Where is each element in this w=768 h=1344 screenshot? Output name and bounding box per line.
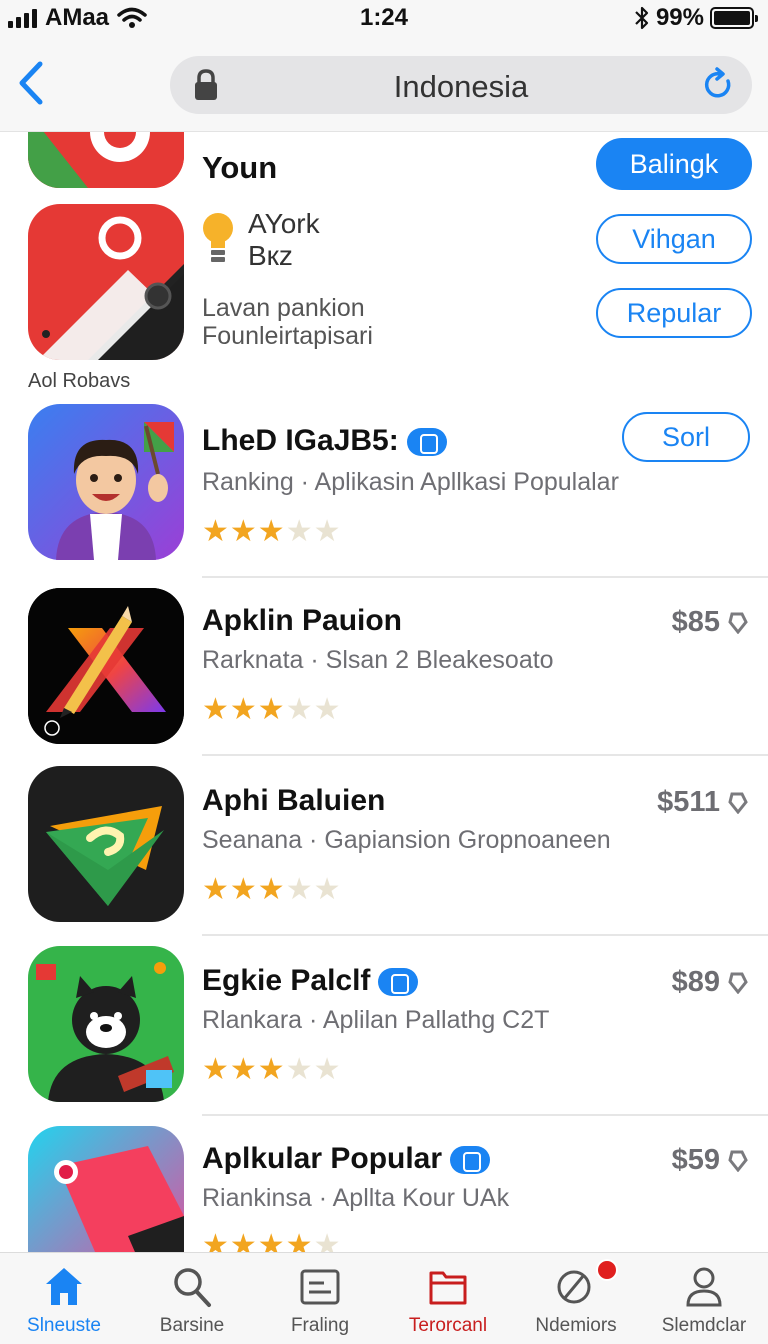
tab-folder[interactable]: Terorcanl: [384, 1253, 512, 1344]
tag-icon: [728, 1150, 748, 1172]
verified-badge-icon: [406, 428, 447, 457]
featured-app-icon[interactable]: [28, 204, 184, 360]
featured-caption: Aol Robavs: [28, 370, 131, 392]
app-name-4[interactable]: Egkie Palclf: [202, 964, 419, 998]
app-price-2[interactable]: $85: [672, 606, 720, 639]
featured-button-2[interactable]: Repular: [596, 288, 752, 338]
tab-label: Terorcanl: [408, 1315, 488, 1336]
search-icon: [174, 1268, 211, 1307]
app-subtitle-3: Seanana · Gapiansion Gropnoaneen: [202, 826, 611, 854]
featured-desc-1: Lavan pankion: [202, 294, 365, 322]
star-rating-4: ★★★★★: [202, 1053, 342, 1086]
status-bar: AMaa 1:24 99%: [0, 0, 768, 40]
app-price-3[interactable]: $511: [657, 786, 720, 819]
featured-get-button[interactable]: Balingk: [596, 138, 752, 190]
star-rating-5: ★★★★★: [202, 1229, 342, 1252]
star-rating-1: ★★★★★: [202, 515, 342, 548]
app-subtitle-5: Riankinsa · Apllta Kour UAk: [202, 1184, 510, 1212]
tab-bar: Slneuste Barsine Fraling Terorcanl Ndemi…: [0, 1252, 768, 1344]
app-list: Youn Balingk AYork Bкz Lavan pankion Fou…: [0, 132, 768, 1252]
notification-dot: [596, 1259, 618, 1281]
app-action-button-1[interactable]: Sorl: [622, 412, 750, 462]
tab-label: Barsine: [159, 1315, 225, 1336]
app-name-5[interactable]: Aplkular Popular: [202, 1142, 491, 1176]
reload-icon[interactable]: [700, 67, 736, 103]
app-price-5[interactable]: $59: [672, 1144, 720, 1177]
back-chevron-icon[interactable]: [12, 60, 52, 106]
bluetooth-icon: [635, 6, 649, 30]
star-rating-3: ★★★★★: [202, 873, 342, 906]
person-icon: [686, 1267, 722, 1307]
verified-badge-icon: [450, 1146, 491, 1175]
app-icon-4[interactable]: [28, 946, 184, 1102]
nav-bar: Indonesia: [0, 40, 768, 132]
app-icon-5[interactable]: [28, 1126, 184, 1252]
star-rating-2: ★★★★★: [202, 693, 342, 726]
app-icon-1[interactable]: [28, 404, 184, 560]
status-right: 99%: [634, 4, 758, 32]
tab-label: Ndemiors: [535, 1315, 617, 1336]
tab-label: Fraling: [290, 1315, 350, 1336]
featured-button-1[interactable]: Vihgan: [596, 214, 752, 264]
tab-list[interactable]: Fraling: [256, 1253, 384, 1344]
battery-label: 99%: [655, 4, 704, 31]
divider: [202, 934, 768, 936]
verified-badge-icon: [378, 968, 419, 997]
tag-icon: [728, 792, 748, 814]
featured-desc-2: Founleirtapisari: [202, 322, 373, 350]
address-text: Indonesia: [393, 69, 529, 104]
app-name-1[interactable]: LheD IGaJB5:: [202, 424, 447, 458]
featured-subtitle-1: AYork: [248, 208, 320, 239]
tag-icon: [728, 972, 748, 994]
tab-profile[interactable]: Slemdclar: [640, 1253, 768, 1344]
featured-subtitle-2: Bкz: [248, 240, 293, 271]
featured-app-icon-top[interactable]: [28, 132, 184, 188]
divider: [202, 754, 768, 756]
app-subtitle-4: Rlankara · Aplilan Pallathg C2T: [202, 1006, 550, 1034]
list-icon: [300, 1269, 340, 1305]
battery-icon: [710, 7, 758, 29]
app-icon-3[interactable]: [28, 766, 184, 922]
app-icon-2[interactable]: [28, 588, 184, 744]
divider: [202, 1114, 768, 1116]
app-name-2[interactable]: Apklin Pauion: [202, 604, 402, 638]
lightbulb-icon: [203, 213, 233, 262]
featured-title[interactable]: Youn: [202, 150, 277, 186]
app-price-4[interactable]: $89: [672, 966, 720, 999]
tag-icon: [728, 612, 748, 634]
address-bar[interactable]: Indonesia: [170, 56, 752, 114]
tab-label: Slemdclar: [661, 1315, 747, 1336]
home-icon: [46, 1268, 82, 1305]
app-subtitle-1: Ranking · Aplikasin Apllkasi Populalar: [202, 468, 619, 496]
tab-label: Slneuste: [27, 1315, 101, 1336]
folder-icon: [429, 1271, 467, 1305]
explore-icon: [557, 1270, 591, 1304]
divider: [202, 576, 768, 578]
tab-search[interactable]: Barsine: [128, 1253, 256, 1344]
tab-explore[interactable]: Ndemiors: [512, 1253, 640, 1344]
app-name-3[interactable]: Aphi Baluien: [202, 784, 385, 818]
tab-home[interactable]: Slneuste: [0, 1253, 128, 1344]
app-subtitle-2: Rarknata · Slsan 2 Bleakesoato: [202, 646, 554, 674]
